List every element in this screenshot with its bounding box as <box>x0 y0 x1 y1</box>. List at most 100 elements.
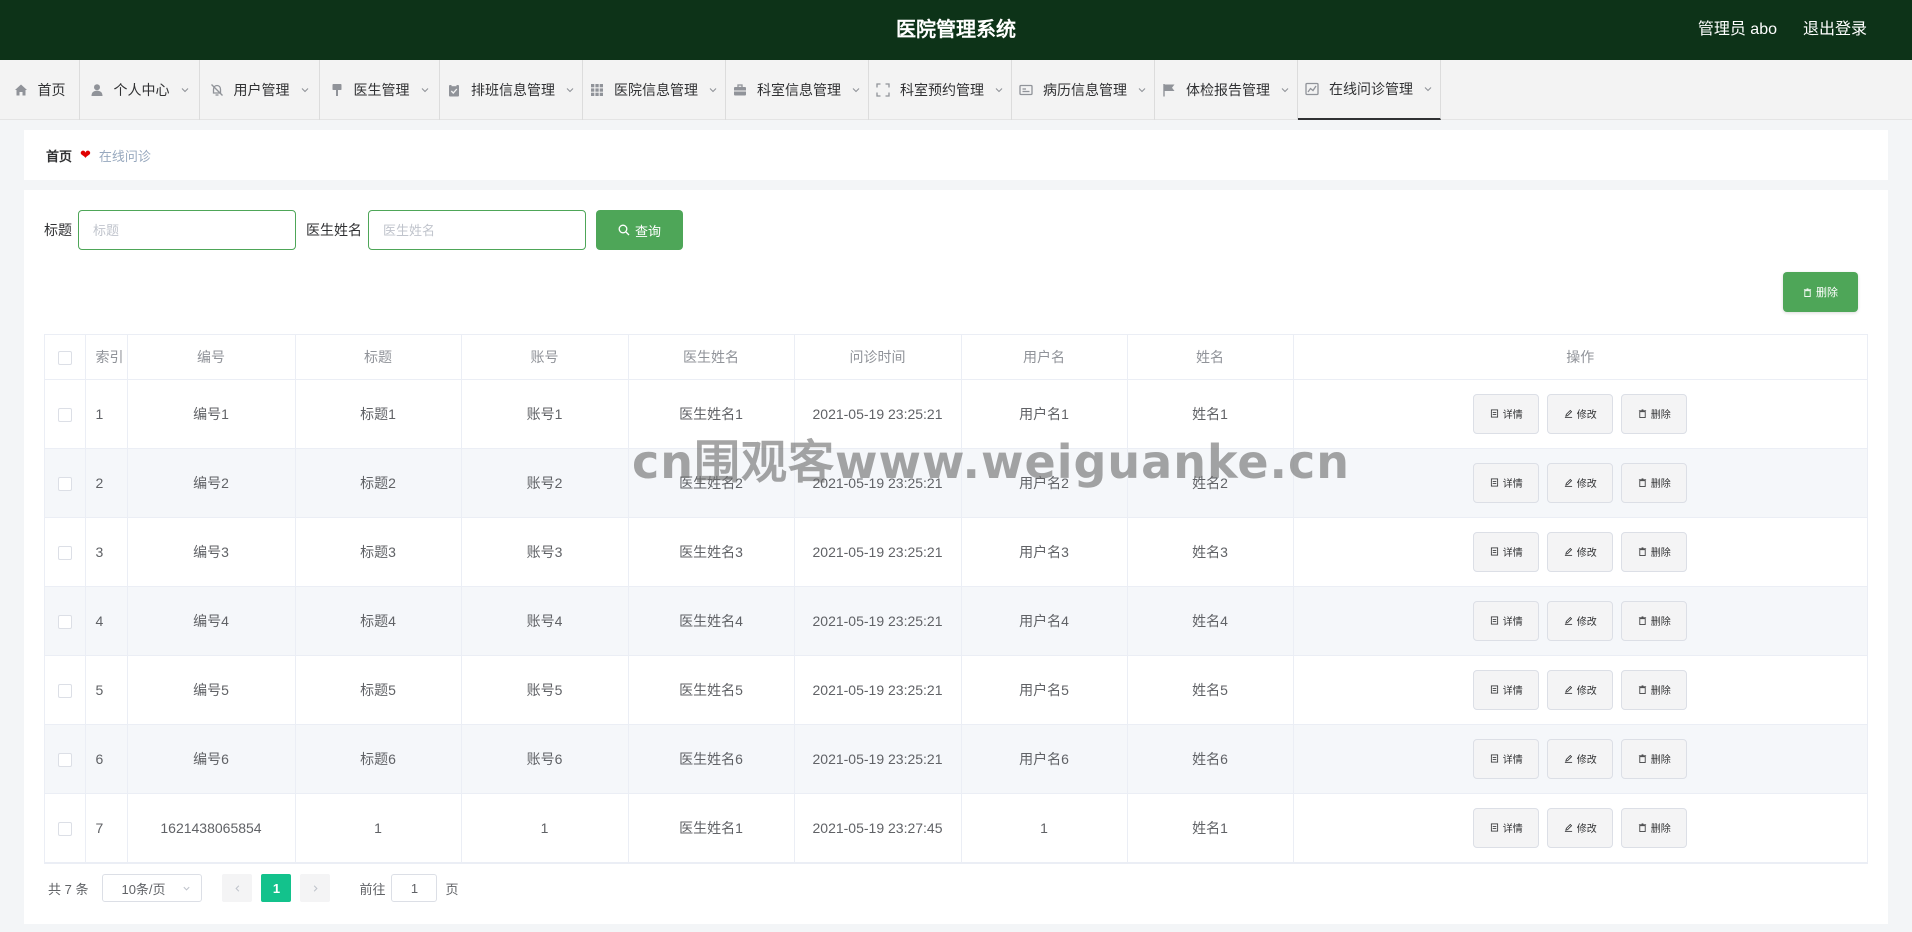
delete-button[interactable]: 删除 <box>1621 462 1688 503</box>
cell-consult-time: 2021-05-19 23:25:21 <box>794 586 962 656</box>
nav-item-9[interactable]: 病历信息管理 <box>1012 60 1155 120</box>
edit-button[interactable]: 修改 <box>1547 738 1614 779</box>
breadcrumb-home[interactable]: 首页 <box>46 146 72 165</box>
nav-item-8[interactable]: 科室预约管理 <box>869 60 1012 120</box>
detail-button[interactable]: 详情 <box>1473 393 1540 434</box>
pencil-icon <box>1564 547 1577 556</box>
chart-icon <box>1305 82 1319 96</box>
cell-actions: 详情 修改 删除 <box>1293 586 1867 656</box>
row-checkbox[interactable] <box>57 683 72 698</box>
nav-item-11[interactable]: 在线问诊管理 <box>1298 60 1441 120</box>
table-row[interactable]: 7 1621438065854 1 1 医生姓名1 2021-05-19 23:27:45… <box>45 793 1867 863</box>
logout-link[interactable]: 退出登录 <box>1803 0 1867 60</box>
pencil-icon <box>1564 754 1577 763</box>
delete-button[interactable]: 删除 <box>1621 600 1688 641</box>
row-checkbox[interactable] <box>57 476 72 491</box>
edit-button[interactable]: 修改 <box>1547 600 1614 641</box>
cell-doctor-name: 医生姓名2 <box>628 448 795 518</box>
cell-username: 1 <box>961 793 1128 863</box>
trash-icon <box>1638 478 1651 487</box>
nav-item-2[interactable]: 个人中心 <box>80 60 200 120</box>
cell-code: 编号3 <box>127 517 296 587</box>
row-select-cell <box>45 793 86 863</box>
nav-item-6[interactable]: 医院信息管理 <box>583 60 726 120</box>
cell-doctor-name: 医生姓名3 <box>628 517 795 587</box>
select-all-checkbox[interactable] <box>57 350 72 365</box>
column-header-consult-time: 问诊时间 <box>794 335 962 380</box>
table-row[interactable]: 1 编号1 标题1 账号1 医生姓名1 2021-05-19 23:25:21 用户名1 姓名… <box>45 379 1868 449</box>
nav-item-4[interactable]: 医生管理 <box>320 60 440 120</box>
cell-code: 编号2 <box>127 448 296 518</box>
edit-button[interactable]: 修改 <box>1547 531 1614 572</box>
detail-button[interactable]: 详情 <box>1473 669 1540 710</box>
nav-item-7[interactable]: 科室信息管理 <box>726 60 869 120</box>
top-header: 医院管理系统 管理员 abo 退出登录 <box>0 0 1912 60</box>
bell-off-icon <box>210 83 224 97</box>
cell-actions: 详情 修改 删除 <box>1293 793 1867 863</box>
delete-button[interactable]: 删除 <box>1621 807 1688 848</box>
next-page-button[interactable] <box>300 874 331 902</box>
cell-doctor-name: 医生姓名4 <box>628 586 795 656</box>
table-row[interactable]: 5 编号5 标题5 账号5 医生姓名5 2021-05-19 23:25:21 用户名5 姓名… <box>45 655 1867 725</box>
nav-item-10[interactable]: 体检报告管理 <box>1155 60 1298 120</box>
table-row[interactable]: 3 编号3 标题3 账号3 医生姓名3 2021-05-19 23:25:21 用户名3 姓名… <box>45 517 1867 587</box>
edit-button[interactable]: 修改 <box>1547 807 1614 848</box>
cell-actions: 详情 修改 删除 <box>1293 655 1867 725</box>
title-search-input[interactable] <box>78 210 296 250</box>
delete-button-label: 删除 <box>1650 410 1671 421</box>
detail-button[interactable]: 详情 <box>1473 531 1540 572</box>
delete-button[interactable]: 删除 <box>1621 669 1688 710</box>
document-icon <box>1490 616 1503 625</box>
delete-button[interactable]: 删除 <box>1621 531 1688 572</box>
row-checkbox[interactable] <box>57 821 72 836</box>
detail-button[interactable]: 详情 <box>1473 600 1540 641</box>
detail-button[interactable]: 详情 <box>1473 462 1540 503</box>
goto-page-input[interactable] <box>391 874 438 902</box>
table-row[interactable]: 2 编号2 标题2 账号2 医生姓名2 2021-05-19 23:25:21 用户名2 姓名… <box>45 448 1868 518</box>
page-size-select[interactable]: 10条/页 <box>102 874 203 902</box>
table-row[interactable]: 6 编号6 标题6 账号6 医生姓名6 2021-05-19 23:25:21 用户名6 姓名… <box>45 724 1867 794</box>
nav-item-label: 病历信息管理 <box>1043 82 1127 98</box>
batch-delete-button[interactable]: 删除 <box>1783 272 1858 312</box>
row-select-cell <box>45 379 86 449</box>
cell-title: 标题2 <box>295 448 462 518</box>
nav-item-5[interactable]: 排班信息管理 <box>440 60 583 120</box>
cell-code: 编号5 <box>127 655 296 725</box>
page-number-current[interactable]: 1 <box>261 874 292 902</box>
row-actions: 详情 修改 删除 <box>1294 393 1868 434</box>
nav-item-1[interactable]: 首页 <box>0 60 80 120</box>
table-row[interactable]: 4 编号4 标题4 账号4 医生姓名4 2021-05-19 23:25:21 用户名4 姓名… <box>45 586 1867 656</box>
delete-button[interactable]: 删除 <box>1621 738 1688 779</box>
row-checkbox[interactable] <box>57 407 72 422</box>
trash-icon <box>1638 547 1651 556</box>
column-header-name: 姓名 <box>1127 335 1294 380</box>
doctor-name-search-input[interactable] <box>368 210 586 250</box>
cell-username: 用户名5 <box>961 655 1128 725</box>
edit-button-label: 修改 <box>1576 617 1597 628</box>
query-button[interactable]: 查询 <box>596 210 683 250</box>
trash-icon <box>1638 616 1651 625</box>
chevron-down-icon <box>1423 84 1433 94</box>
detail-button[interactable]: 详情 <box>1473 807 1540 848</box>
cell-doctor-name: 医生姓名5 <box>628 655 795 725</box>
row-checkbox[interactable] <box>57 545 72 560</box>
detail-button[interactable]: 详情 <box>1473 738 1540 779</box>
nav-item-3[interactable]: 用户管理 <box>200 60 320 120</box>
edit-button[interactable]: 修改 <box>1547 669 1614 710</box>
edit-button[interactable]: 修改 <box>1547 393 1614 434</box>
cell-name: 姓名4 <box>1127 586 1294 656</box>
edit-button[interactable]: 修改 <box>1547 462 1614 503</box>
cell-consult-time: 2021-05-19 23:25:21 <box>794 448 962 518</box>
brush-icon <box>330 83 344 97</box>
breadcrumb-current: 在线问诊 <box>98 148 151 164</box>
row-checkbox[interactable] <box>57 752 72 767</box>
nav-item-label: 医生管理 <box>353 82 410 98</box>
cell-account: 账号1 <box>461 379 629 449</box>
row-actions: 详情 修改 删除 <box>1294 462 1868 503</box>
row-checkbox[interactable] <box>57 614 72 629</box>
prev-page-button[interactable] <box>222 874 253 902</box>
query-button-label: 查询 <box>634 223 661 239</box>
cell-title: 标题4 <box>295 586 462 656</box>
delete-button[interactable]: 删除 <box>1621 393 1688 434</box>
fullscreen-icon <box>876 83 890 97</box>
